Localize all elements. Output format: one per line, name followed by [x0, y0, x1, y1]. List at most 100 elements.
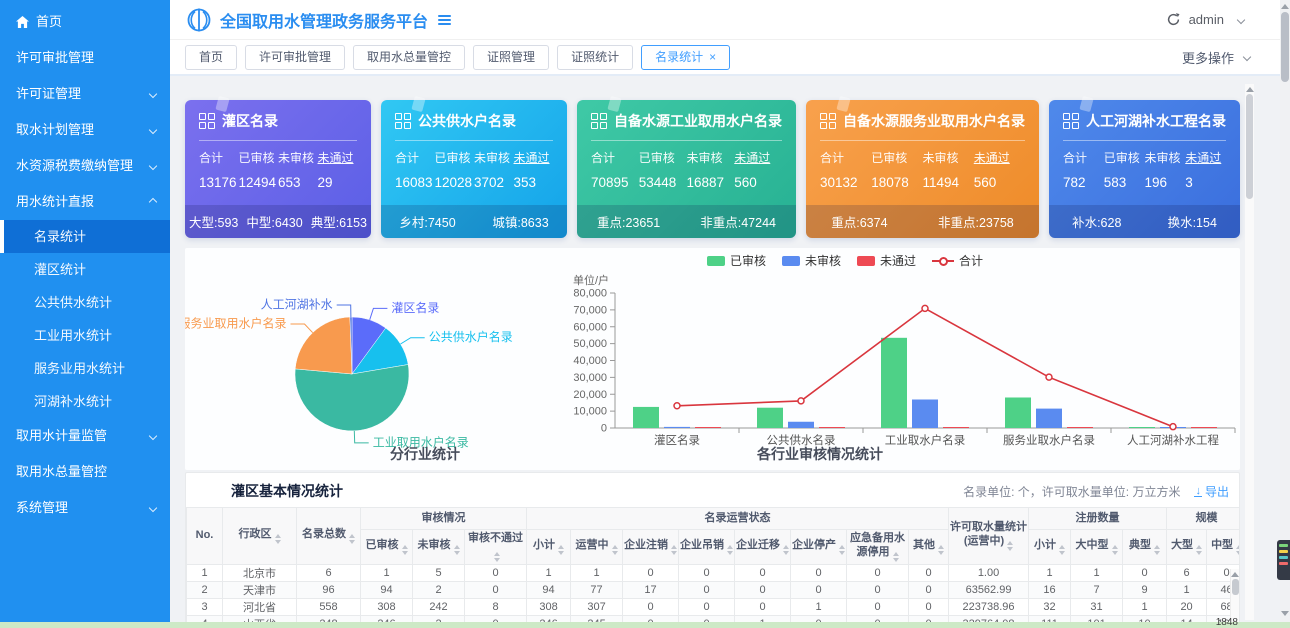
sidebar-item-industrial-water-stats[interactable]: 工业用水统计 [0, 319, 170, 352]
column-header[interactable]: 企业迁移 [734, 529, 792, 565]
sidebar-item-catalog-stats[interactable]: 名录统计 [0, 220, 170, 253]
sidebar-item-total-control[interactable]: 取用水总量管控 [0, 454, 170, 490]
legend-item-未审核[interactable]: 未审核 [781, 252, 841, 269]
sort-icon[interactable] [783, 544, 790, 555]
bar-未审核[interactable] [1036, 408, 1062, 428]
line-marker[interactable] [673, 402, 681, 410]
bar-已审核[interactable] [633, 406, 659, 428]
sort-icon[interactable] [1196, 544, 1203, 555]
pie-slice[interactable] [294, 316, 353, 375]
line-marker[interactable] [921, 304, 929, 313]
scroll-up-icon[interactable] [1231, 572, 1239, 577]
content-scroll-thumb[interactable] [1246, 94, 1253, 199]
sort-icon[interactable] [727, 544, 734, 555]
sort-icon[interactable] [1111, 544, 1118, 555]
menu-toggle-icon[interactable] [438, 14, 452, 25]
sort-icon[interactable] [401, 544, 408, 555]
column-header[interactable]: 企业停产 [790, 529, 848, 565]
tab-permit-approval[interactable]: 许可审批管理 [245, 44, 346, 70]
legend-item-已审核[interactable]: 已审核 [706, 252, 766, 269]
column-header[interactable]: 已审核 [360, 529, 413, 565]
column-header[interactable]: 运营中 [570, 529, 624, 565]
sort-icon[interactable] [671, 544, 678, 555]
sort-icon[interactable] [1007, 540, 1014, 551]
bar-未通过[interactable] [819, 427, 845, 428]
sidebar-item-irrigation-stats[interactable]: 灌区统计 [0, 253, 170, 286]
table-row[interactable]: 3 河北省 558 308 242 8 308 307 0 0 0 1 0 0 223738.96 32 31 1… [186, 597, 1239, 616]
content-scroll-up-icon[interactable] [1245, 87, 1254, 92]
column-header[interactable]: 未审核 [412, 529, 465, 565]
sort-icon[interactable] [494, 551, 501, 562]
sidebar-item-water-stats-report[interactable]: 用水统计直报 [0, 184, 170, 220]
column-header[interactable]: 许可取水量统计 (运营中) [948, 507, 1030, 565]
bar-已审核[interactable] [757, 407, 783, 428]
window-scroll-down-icon[interactable] [1281, 611, 1289, 616]
column-header[interactable]: 企业注销 [622, 529, 680, 565]
legend-item-未通过[interactable]: 未通过 [857, 252, 916, 269]
table-row[interactable]: 2 天津市 96 94 2 0 94 77 17 0 0 0 0 0 63562.99 16 7 9 1 46 [186, 580, 1239, 599]
refresh-icon[interactable] [1166, 12, 1181, 27]
column-header[interactable]: 企业吊销 [678, 529, 736, 565]
bar-未通过[interactable] [943, 427, 969, 428]
sort-icon[interactable] [1236, 544, 1239, 555]
tab-total-control[interactable]: 取用水总量管控 [353, 44, 466, 70]
column-header[interactable]: 应急备用水源停用 [846, 529, 910, 565]
column-header[interactable]: 其他 [908, 529, 950, 565]
sidebar-item-service-water-stats[interactable]: 服务业用水统计 [0, 352, 170, 385]
line-marker[interactable] [797, 397, 805, 405]
user-chevron-down-icon[interactable] [1236, 15, 1246, 24]
column-header[interactable]: 小计 [526, 529, 572, 565]
sidebar-item-water-tax[interactable]: 水资源税费缴纳管理 [0, 148, 170, 184]
legend-item-合计[interactable]: 合计 [932, 252, 983, 269]
sort-icon[interactable] [349, 533, 355, 544]
column-header[interactable]: 行政区 [222, 507, 297, 565]
column-header[interactable]: 大型 [1166, 529, 1208, 565]
column-header[interactable]: 审核不通过 [463, 529, 528, 565]
column-header[interactable]: 典型 [1122, 529, 1168, 565]
sort-icon[interactable] [839, 544, 846, 555]
column-header[interactable]: 中型 [1206, 529, 1239, 565]
sidebar-item-river-lake-stats[interactable]: 河湖补水统计 [0, 385, 170, 418]
table-scroll-thumb[interactable] [1231, 579, 1239, 595]
tab-home[interactable]: 首页 [185, 44, 238, 70]
sidebar-item-home[interactable]: 首页 [0, 4, 170, 40]
tab-license-stats[interactable]: 证照统计 [557, 44, 634, 70]
sort-icon[interactable] [938, 544, 945, 555]
close-icon[interactable]: × [709, 50, 716, 64]
sort-icon[interactable] [274, 533, 281, 544]
user-name[interactable]: admin [1189, 12, 1224, 27]
bar-未通过[interactable] [1067, 427, 1093, 428]
column-header[interactable]: 小计 [1028, 529, 1072, 565]
table-row[interactable]: 1 北京市 6 1 5 0 1 1 0 0 0 0 0 0 1.00 1 1 0 6 0 [186, 563, 1239, 582]
more-actions-button[interactable]: 更多操作 [1182, 48, 1252, 67]
bar-未审核[interactable] [664, 426, 690, 428]
window-scrollbar[interactable] [1280, 0, 1290, 628]
bar-未通过[interactable] [1191, 427, 1217, 428]
bar-已审核[interactable] [1005, 397, 1031, 428]
sidebar-item-permit-approval[interactable]: 许可审批管理 [0, 40, 170, 76]
sidebar-item-license-mgmt[interactable]: 许可证管理 [0, 76, 170, 112]
sidebar-item-system-mgmt[interactable]: 系统管理 [0, 490, 170, 526]
scroll-marker-widget[interactable] [1277, 540, 1290, 580]
window-scroll-thumb[interactable] [1281, 12, 1289, 82]
tab-catalog-stats[interactable]: 名录统计 × [641, 44, 731, 70]
bar-未审核[interactable] [912, 399, 938, 428]
sort-icon[interactable] [892, 551, 899, 562]
bar-已审核[interactable] [1129, 427, 1155, 428]
sidebar-item-intake-plan[interactable]: 取水计划管理 [0, 112, 170, 148]
sort-icon[interactable] [453, 544, 460, 555]
bar-未审核[interactable] [788, 421, 814, 428]
content-scrollbar[interactable] [1245, 84, 1254, 620]
sidebar-item-public-supply-stats[interactable]: 公共供水统计 [0, 286, 170, 319]
sort-icon[interactable] [1154, 544, 1161, 555]
column-header[interactable]: 大中型 [1070, 529, 1124, 565]
sort-icon[interactable] [611, 544, 618, 555]
line-marker[interactable] [1169, 422, 1177, 431]
column-header[interactable]: 名录总数 [296, 507, 361, 565]
window-scroll-up-icon[interactable] [1281, 4, 1289, 9]
sidebar-item-metering-supervision[interactable]: 取用水计量监管 [0, 418, 170, 454]
sort-icon[interactable] [558, 544, 565, 555]
sort-icon[interactable] [1059, 544, 1066, 555]
tab-license-mgmt[interactable]: 证照管理 [473, 44, 550, 70]
bar-已审核[interactable] [881, 337, 907, 428]
